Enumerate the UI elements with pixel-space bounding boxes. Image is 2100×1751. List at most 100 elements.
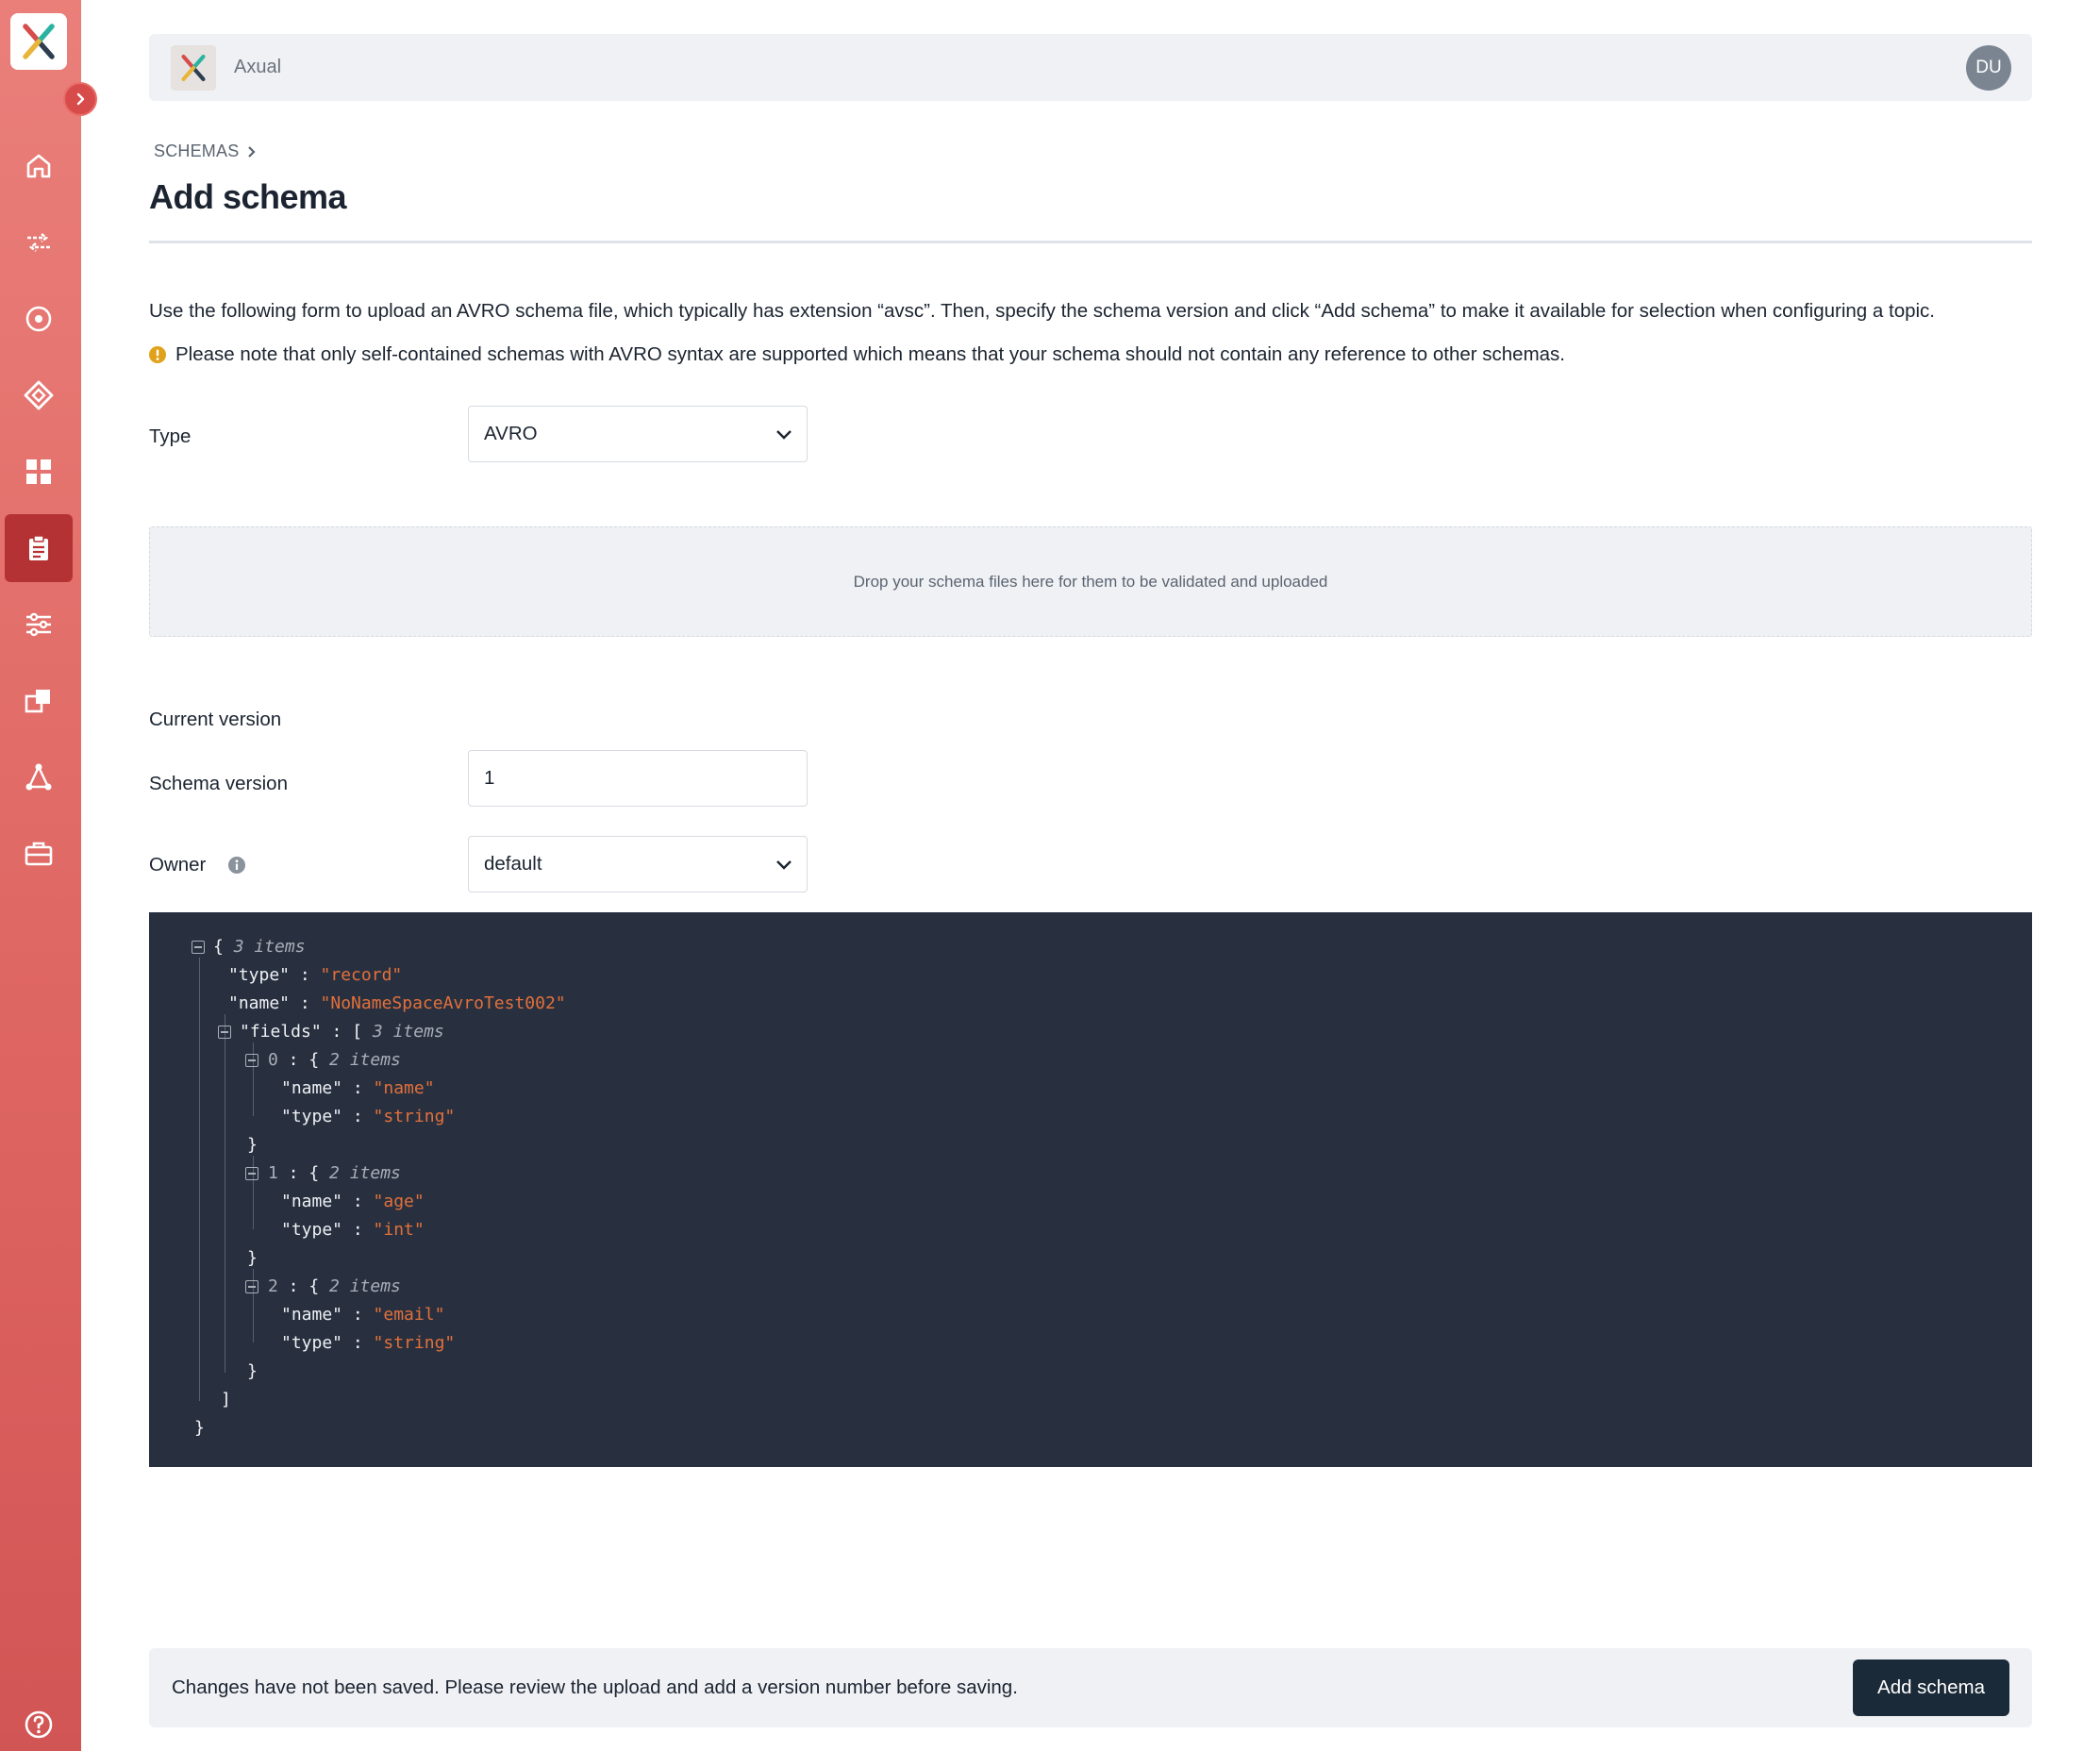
sidebar — [0, 0, 97, 1751]
sidebar-item-streams[interactable] — [5, 208, 73, 276]
dashboard-icon — [26, 459, 51, 484]
json-value: "string" — [373, 1333, 456, 1353]
json-root-count: 3 items — [233, 937, 306, 957]
tenant-name: Axual — [234, 57, 282, 77]
breadcrumb-schemas-link[interactable]: SCHEMAS — [154, 142, 239, 161]
app-logo[interactable] — [10, 13, 67, 70]
json-key: "name" — [281, 1305, 343, 1325]
json-key: "name" — [281, 1192, 343, 1211]
json-value: "string" — [373, 1107, 456, 1126]
home-icon — [26, 154, 51, 178]
json-value: "name" — [373, 1078, 435, 1098]
json-count: 2 items — [329, 1163, 401, 1183]
page-title: Add schema — [149, 177, 347, 216]
diamond-icon — [24, 380, 54, 410]
add-schema-button[interactable]: Add schema — [1853, 1659, 2009, 1716]
sidebar-item-diamond[interactable] — [5, 361, 73, 429]
json-field-2-type: "type" : "string" — [281, 1333, 456, 1353]
type-label: Type — [149, 425, 192, 447]
warning-icon — [149, 346, 166, 363]
json-field-2-name: "name" : "email" — [281, 1305, 445, 1325]
axual-logo-icon — [23, 24, 55, 59]
json-index: 1 — [268, 1163, 278, 1183]
streams-icon — [27, 232, 50, 253]
current-version-label: Current version — [149, 709, 282, 730]
json-key: "type" — [281, 1333, 343, 1353]
owner-label: Owner — [149, 854, 207, 876]
tree-guide-line — [199, 958, 200, 1401]
top-bar: Axual DU — [149, 34, 2032, 101]
sidebar-item-dashboard[interactable] — [5, 438, 73, 506]
json-field-1-name: "name" : "age" — [281, 1192, 425, 1211]
json-key: "name" — [281, 1078, 343, 1098]
json-value: "age" — [373, 1192, 425, 1211]
copy-icon — [25, 690, 50, 713]
owner-select[interactable]: default — [468, 836, 808, 892]
collapse-field-2-toggle[interactable] — [245, 1280, 258, 1293]
unsaved-changes-message: Changes have not been saved. Please revi… — [172, 1676, 1018, 1698]
collapse-field-0-toggle[interactable] — [245, 1054, 258, 1067]
clipboard-icon — [29, 535, 48, 560]
json-line-type: "type" : "record" — [228, 965, 403, 985]
json-root-open: { 3 items — [213, 937, 306, 957]
collapse-fields-toggle[interactable] — [218, 1026, 231, 1039]
syntax-note: Please note that only self-contained sch… — [149, 343, 1565, 366]
json-fields-count: 3 items — [372, 1022, 444, 1042]
schema-version-input[interactable] — [468, 750, 808, 807]
tenant-logo[interactable] — [171, 45, 216, 91]
chevron-right-icon — [76, 92, 85, 106]
json-key: "type" — [281, 1220, 343, 1240]
json-field-0-name: "name" : "name" — [281, 1078, 435, 1098]
owner-label-row: Owner — [149, 854, 246, 876]
collapse-root-toggle[interactable] — [192, 941, 205, 954]
sidebar-collapse-toggle[interactable] — [63, 82, 97, 116]
sidebar-item-schemas[interactable] — [5, 514, 73, 582]
chevron-down-icon — [776, 860, 792, 870]
target-icon — [25, 306, 52, 332]
toolbox-icon — [25, 842, 53, 866]
json-field-0-close: } — [247, 1135, 258, 1155]
json-field-0-open: 0 : { 2 items — [268, 1050, 401, 1070]
sidebar-item-toolbox[interactable] — [5, 820, 73, 888]
json-field-2-open: 2 : { 2 items — [268, 1276, 401, 1296]
json-line-name: "name" : "NoNameSpaceAvroTest002" — [228, 993, 566, 1013]
schema-json-viewer: { 3 items "type" : "record" "name" : "No… — [149, 912, 2032, 1467]
sidebar-item-target[interactable] — [5, 285, 73, 353]
sidebar-item-home[interactable] — [5, 132, 73, 200]
info-icon[interactable] — [228, 857, 246, 874]
chevron-right-icon — [248, 145, 256, 158]
page-description: Use the following form to upload an AVRO… — [149, 300, 1935, 322]
collapse-field-1-toggle[interactable] — [245, 1167, 258, 1180]
breadcrumb: SCHEMAS — [154, 142, 258, 161]
json-line-fields: "fields" : [ 3 items — [240, 1022, 444, 1042]
json-key: "type" — [281, 1107, 343, 1126]
json-field-1-close: } — [247, 1248, 258, 1268]
axual-logo-icon — [181, 54, 206, 82]
owner-select-value: default — [484, 853, 542, 875]
syntax-note-text: Please note that only self-contained sch… — [175, 343, 1566, 365]
json-count: 2 items — [329, 1050, 401, 1070]
title-divider — [149, 241, 2032, 243]
sliders-icon — [26, 612, 51, 637]
json-field-0-type: "type" : "string" — [281, 1107, 456, 1126]
json-index: 0 — [268, 1050, 278, 1070]
sidebar-item-network[interactable] — [5, 743, 73, 811]
json-fields-close: ] — [221, 1390, 231, 1409]
json-index: 2 — [268, 1276, 278, 1296]
sidebar-item-settings[interactable] — [5, 591, 73, 659]
schema-version-label: Schema version — [149, 773, 288, 794]
json-count: 2 items — [329, 1276, 401, 1296]
json-value: "int" — [373, 1220, 425, 1240]
schema-file-dropzone[interactable]: Drop your schema files here for them to … — [149, 526, 2032, 637]
json-field-2-close: } — [247, 1361, 258, 1381]
json-field-1-type: "type" : "int" — [281, 1220, 425, 1240]
json-key: "fields" — [240, 1022, 322, 1042]
unsaved-changes-bar: Changes have not been saved. Please revi… — [149, 1648, 2032, 1727]
sidebar-item-copy[interactable] — [5, 667, 73, 735]
user-avatar[interactable]: DU — [1966, 45, 2011, 91]
network-icon — [25, 763, 52, 791]
sidebar-item-help[interactable] — [5, 1691, 73, 1751]
json-value: "NoNameSpaceAvroTest002" — [320, 993, 566, 1013]
type-select-value: AVRO — [484, 423, 538, 444]
type-select[interactable]: AVRO — [468, 406, 808, 462]
